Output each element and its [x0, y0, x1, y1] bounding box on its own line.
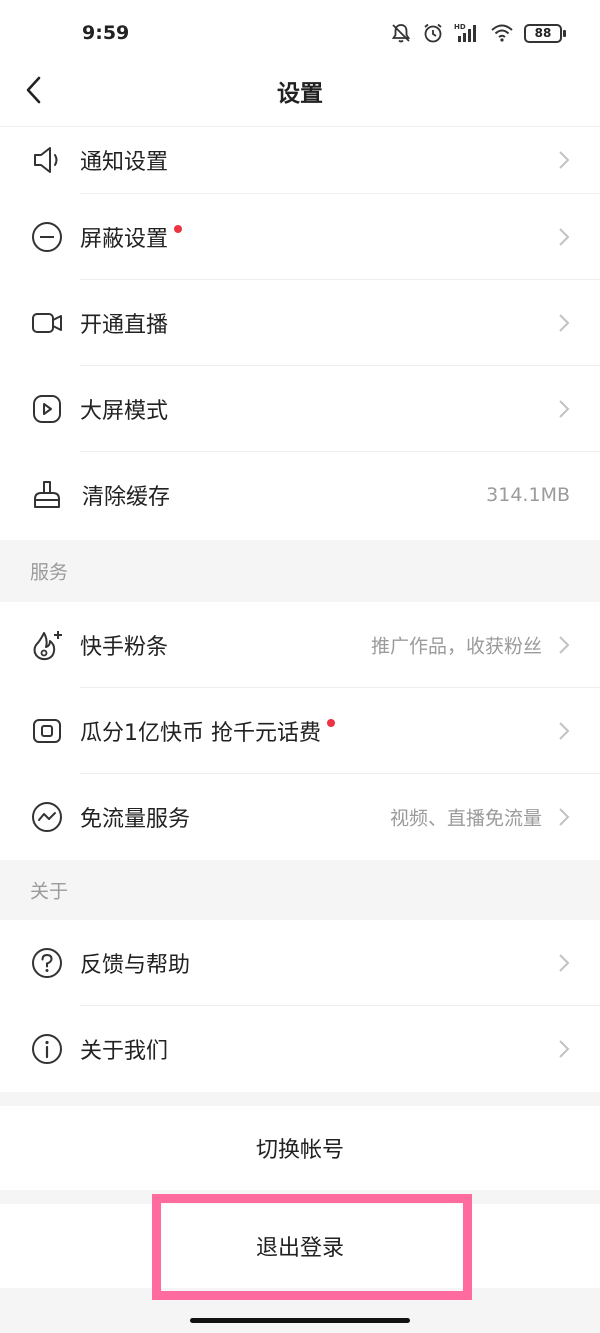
chevron-right-icon — [559, 954, 570, 972]
settings-item-big-screen[interactable]: 大屏模式 — [0, 366, 600, 452]
service-item-free-data[interactable]: 免流量服务 视频、直播免流量 — [0, 774, 600, 860]
chevron-right-icon — [559, 1040, 570, 1058]
nav-bar: 设置 — [0, 60, 600, 126]
settings-item-block[interactable]: 屏蔽设置 — [0, 194, 600, 280]
settings-item-clear-cache[interactable]: 清除缓存 314.1MB — [0, 452, 600, 538]
settings-item-label: 通知设置 — [80, 150, 169, 175]
chevron-right-icon — [559, 722, 570, 740]
chevron-right-icon — [559, 314, 570, 332]
minus-circle-icon — [30, 220, 64, 254]
service-item-fans[interactable]: 快手粉条 推广作品，收获粉丝 — [0, 602, 600, 688]
section-header-label: 服务 — [30, 561, 69, 584]
settings-item-live[interactable]: 开通直播 — [0, 280, 600, 366]
bottom-area — [0, 1288, 600, 1333]
section-header-about: 关于 — [0, 860, 600, 920]
service-item-hint: 视频、直播免流量 — [389, 807, 542, 830]
chevron-right-icon — [559, 151, 570, 169]
camera-icon — [30, 306, 64, 340]
service-item-label: 免流量服务 — [80, 807, 191, 832]
coin-card-icon — [30, 714, 64, 748]
info-circle-icon — [30, 1032, 64, 1066]
service-item-coins[interactable]: 瓜分1亿快币 抢千元话费 — [0, 688, 600, 774]
red-dot-badge — [174, 225, 183, 233]
chevron-right-icon — [559, 808, 570, 826]
settings-item-label: 清除缓存 — [82, 485, 171, 510]
brush-icon — [30, 478, 64, 512]
mute-bell-icon — [391, 24, 411, 43]
flame-plus-icon — [30, 628, 64, 662]
settings-item-label: 开通直播 — [80, 313, 169, 338]
about-item-feedback[interactable]: 反馈与帮助 — [0, 920, 600, 1006]
cache-size-value: 314.1MB — [486, 484, 570, 506]
status-icons: HD 88 — [390, 20, 566, 46]
settings-section: 通知设置 屏蔽设置 开通直播 大屏模式 清除缓存 314.1MB — [0, 126, 600, 538]
hd-signal-icon: HD — [454, 23, 476, 42]
about-section: 反馈与帮助 关于我们 — [0, 920, 600, 1092]
chevron-right-icon — [559, 636, 570, 654]
status-time: 9:59 — [82, 22, 130, 44]
settings-item-label: 大屏模式 — [80, 399, 169, 424]
service-item-label: 瓜分1亿快币 抢千元话费 — [80, 715, 335, 747]
about-item-about-us[interactable]: 关于我们 — [0, 1006, 600, 1092]
wifi-icon — [491, 24, 513, 42]
speaker-icon — [30, 143, 64, 177]
logout-button[interactable]: 退出登录 — [0, 1204, 600, 1288]
question-circle-icon — [30, 946, 64, 980]
status-bar: 9:59 HD 88 — [0, 0, 600, 60]
trend-circle-icon — [30, 800, 64, 834]
battery-level: 88 — [534, 25, 552, 40]
switch-account-button[interactable]: 切换帐号 — [0, 1106, 600, 1190]
spacer — [0, 1092, 600, 1106]
service-item-label: 快手粉条 — [80, 635, 169, 660]
spacer — [0, 1190, 600, 1204]
section-header-label: 关于 — [30, 880, 69, 903]
about-item-label: 反馈与帮助 — [80, 953, 191, 978]
page-title: 设置 — [277, 81, 323, 107]
service-item-hint: 推广作品，收获粉丝 — [370, 635, 542, 658]
chevron-right-icon — [559, 228, 570, 246]
section-header-services: 服务 — [0, 540, 600, 602]
battery-icon: 88 — [524, 23, 566, 43]
home-indicator[interactable] — [190, 1318, 410, 1323]
alarm-icon — [424, 23, 442, 43]
about-item-label: 关于我们 — [80, 1039, 169, 1064]
play-square-icon — [30, 392, 64, 426]
services-section: 快手粉条 推广作品，收获粉丝 瓜分1亿快币 抢千元话费 免流量服务 视频、直播免… — [0, 602, 600, 860]
settings-item-label: 屏蔽设置 — [80, 221, 183, 253]
settings-item-notifications[interactable]: 通知设置 — [0, 126, 600, 194]
chevron-right-icon — [559, 400, 570, 418]
red-dot-badge — [327, 719, 335, 727]
svg-text:HD: HD — [454, 23, 466, 31]
